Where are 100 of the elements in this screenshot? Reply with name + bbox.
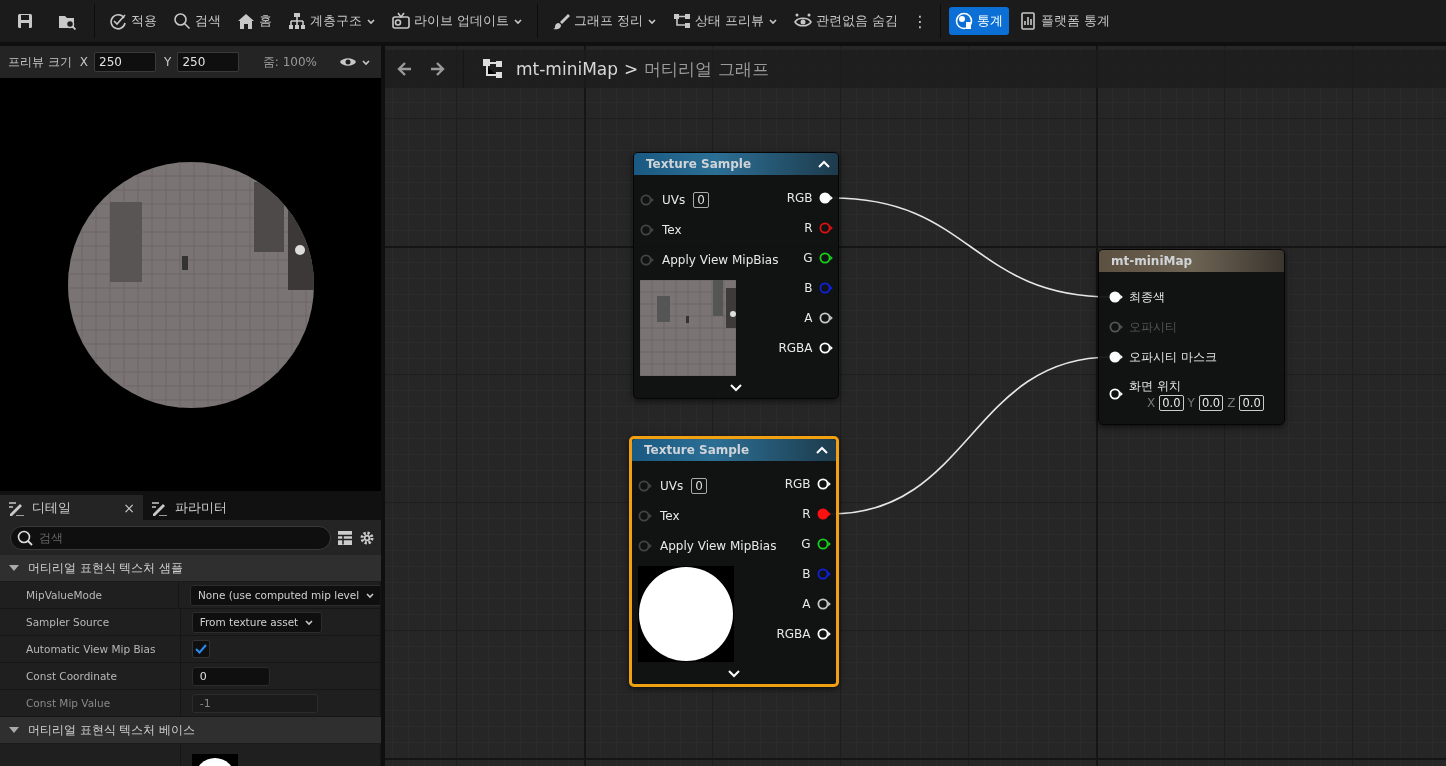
input-pin[interactable] bbox=[638, 510, 652, 522]
pin-label: RGBA bbox=[778, 341, 813, 355]
output-pin[interactable] bbox=[818, 342, 833, 354]
property-label: Const Coordinate bbox=[26, 670, 117, 682]
pin-label: A bbox=[804, 311, 813, 325]
toolbar-button[interactable]: 관련없음 숨김 bbox=[787, 7, 904, 35]
node-title: Texture Sample bbox=[646, 157, 752, 171]
toolbar-button[interactable]: 검색 bbox=[167, 7, 227, 35]
graph-node[interactable]: Texture Sample UVs 0 Tex Apply View MipBias RGB R G B A RGBA bbox=[633, 152, 839, 399]
expanded-triangle-icon bbox=[8, 563, 20, 573]
output-pin[interactable] bbox=[816, 628, 831, 640]
pin-label: RGBA bbox=[776, 627, 811, 641]
pencil-icon bbox=[8, 499, 24, 516]
tv-icon bbox=[392, 12, 410, 30]
toolbar-button[interactable]: 그래프 정리 bbox=[546, 7, 663, 35]
more-button[interactable]: ⋮ bbox=[907, 7, 932, 35]
input-pin[interactable] bbox=[1109, 351, 1123, 363]
output-pin[interactable] bbox=[818, 192, 833, 204]
toolbar-button[interactable]: 홈 bbox=[231, 7, 278, 35]
axis-label: X bbox=[79, 55, 89, 69]
close-button[interactable]: × bbox=[123, 499, 135, 516]
section-title: 머티리얼 표현식 텍스처 샘플 bbox=[28, 560, 183, 576]
output-pin[interactable] bbox=[816, 478, 831, 490]
pin-label: Tex bbox=[662, 223, 682, 237]
toolbar-button[interactable]: 라이브 업데이트 bbox=[386, 7, 529, 35]
search-icon bbox=[17, 530, 33, 546]
caret-icon bbox=[361, 58, 371, 66]
nodes-icon bbox=[672, 12, 691, 30]
output-pin[interactable] bbox=[816, 598, 831, 610]
toolbar-button[interactable]: 플랫폼 통계 bbox=[1012, 7, 1116, 35]
search-field[interactable]: 검색 bbox=[10, 526, 331, 550]
home-icon bbox=[237, 12, 255, 30]
caret-icon bbox=[513, 17, 523, 25]
graph-node[interactable]: Texture Sample UVs 0 Tex Apply View MipBias RGB R G B A RGBA bbox=[629, 436, 839, 687]
pin-label: G bbox=[801, 537, 811, 551]
table-view-icon[interactable] bbox=[337, 530, 353, 546]
pin-label: 최종색 bbox=[1129, 288, 1165, 306]
pin-label: A bbox=[802, 597, 811, 611]
pin-label: 오파시티 마스크 bbox=[1129, 348, 1217, 366]
input-pin[interactable] bbox=[1109, 291, 1123, 303]
expand-caret-icon[interactable] bbox=[730, 384, 742, 392]
axis-label: Z bbox=[1227, 395, 1236, 410]
settings-icon[interactable] bbox=[359, 530, 375, 546]
value-field[interactable]: 0.0 bbox=[1159, 394, 1184, 411]
input-pin[interactable] bbox=[1109, 388, 1123, 400]
width-field[interactable]: 250 bbox=[94, 52, 157, 72]
checkbox[interactable] bbox=[191, 640, 210, 658]
panel-tab[interactable]: 파라미터 bbox=[143, 495, 286, 520]
toolbar-button[interactable]: 상태 프리뷰 bbox=[666, 7, 784, 35]
input-pin[interactable] bbox=[640, 194, 654, 206]
tab-label: 디테일 bbox=[32, 498, 71, 517]
output-pin[interactable] bbox=[818, 312, 833, 324]
output-pin[interactable] bbox=[818, 252, 833, 264]
eye-icon bbox=[793, 12, 812, 30]
pin-label: Apply View MipBias bbox=[662, 253, 779, 267]
number-field[interactable]: 0 bbox=[191, 666, 270, 686]
hierarchy-icon bbox=[288, 12, 306, 30]
collapse-caret-icon[interactable] bbox=[818, 159, 830, 169]
toolbar-button[interactable]: 적용 bbox=[103, 7, 163, 35]
section-header[interactable]: 머티리얼 표현식 텍스처 베이스 bbox=[0, 717, 381, 744]
value-field[interactable]: 0 bbox=[691, 478, 707, 494]
caret-icon bbox=[646, 17, 657, 25]
pin-label: RGB bbox=[786, 191, 813, 205]
dropdown[interactable]: None (use computed mip level bbox=[190, 584, 381, 606]
node-title: Texture Sample bbox=[644, 443, 750, 457]
output-pin[interactable] bbox=[816, 538, 831, 550]
height-field[interactable]: 250 bbox=[177, 52, 240, 72]
search-icon bbox=[173, 12, 191, 30]
property-label: Automatic View Mip Bias bbox=[26, 643, 156, 655]
chart-icon bbox=[1018, 12, 1037, 30]
pin-label: B bbox=[804, 281, 813, 295]
check-icon bbox=[193, 642, 208, 656]
pin-label: B bbox=[802, 567, 811, 581]
toolbar-button[interactable]: 계층구조 bbox=[282, 7, 382, 35]
section-header[interactable]: 머티리얼 표현식 텍스처 샘플 bbox=[0, 555, 381, 582]
input-pin[interactable] bbox=[640, 224, 654, 236]
size-label: 프리뷰 크기 bbox=[8, 53, 72, 71]
caret-icon bbox=[365, 591, 376, 599]
panel-tab[interactable]: 디테일 × bbox=[0, 495, 143, 520]
toolbar-button[interactable]: 통계 bbox=[948, 7, 1009, 35]
eye-icon bbox=[339, 56, 357, 68]
value-field[interactable]: 0.0 bbox=[1198, 394, 1224, 411]
check-circle-icon bbox=[109, 12, 127, 30]
pin-label: RGB bbox=[784, 477, 811, 491]
stats-icon bbox=[954, 12, 973, 30]
dropdown[interactable]: From texture asset bbox=[191, 611, 323, 633]
pin-label: UVs bbox=[660, 479, 684, 493]
value-field[interactable]: 0.0 bbox=[1239, 394, 1264, 411]
value-field[interactable]: 0 bbox=[693, 192, 709, 208]
pin-label: Tex bbox=[660, 509, 680, 523]
input-pin[interactable] bbox=[640, 254, 654, 266]
property-label: Const Mip Value bbox=[26, 697, 111, 709]
input-pin[interactable] bbox=[638, 480, 652, 492]
pencil-icon bbox=[151, 499, 167, 516]
pin-label: 오파시티 bbox=[1129, 318, 1177, 336]
expand-caret-icon[interactable] bbox=[728, 670, 740, 678]
section-title: 머티리얼 표현식 텍스처 베이스 bbox=[28, 722, 195, 738]
input-pin[interactable] bbox=[638, 540, 652, 552]
breadcrumb-link[interactable]: mt-miniMap bbox=[516, 59, 619, 79]
collapse-caret-icon[interactable] bbox=[816, 445, 828, 455]
